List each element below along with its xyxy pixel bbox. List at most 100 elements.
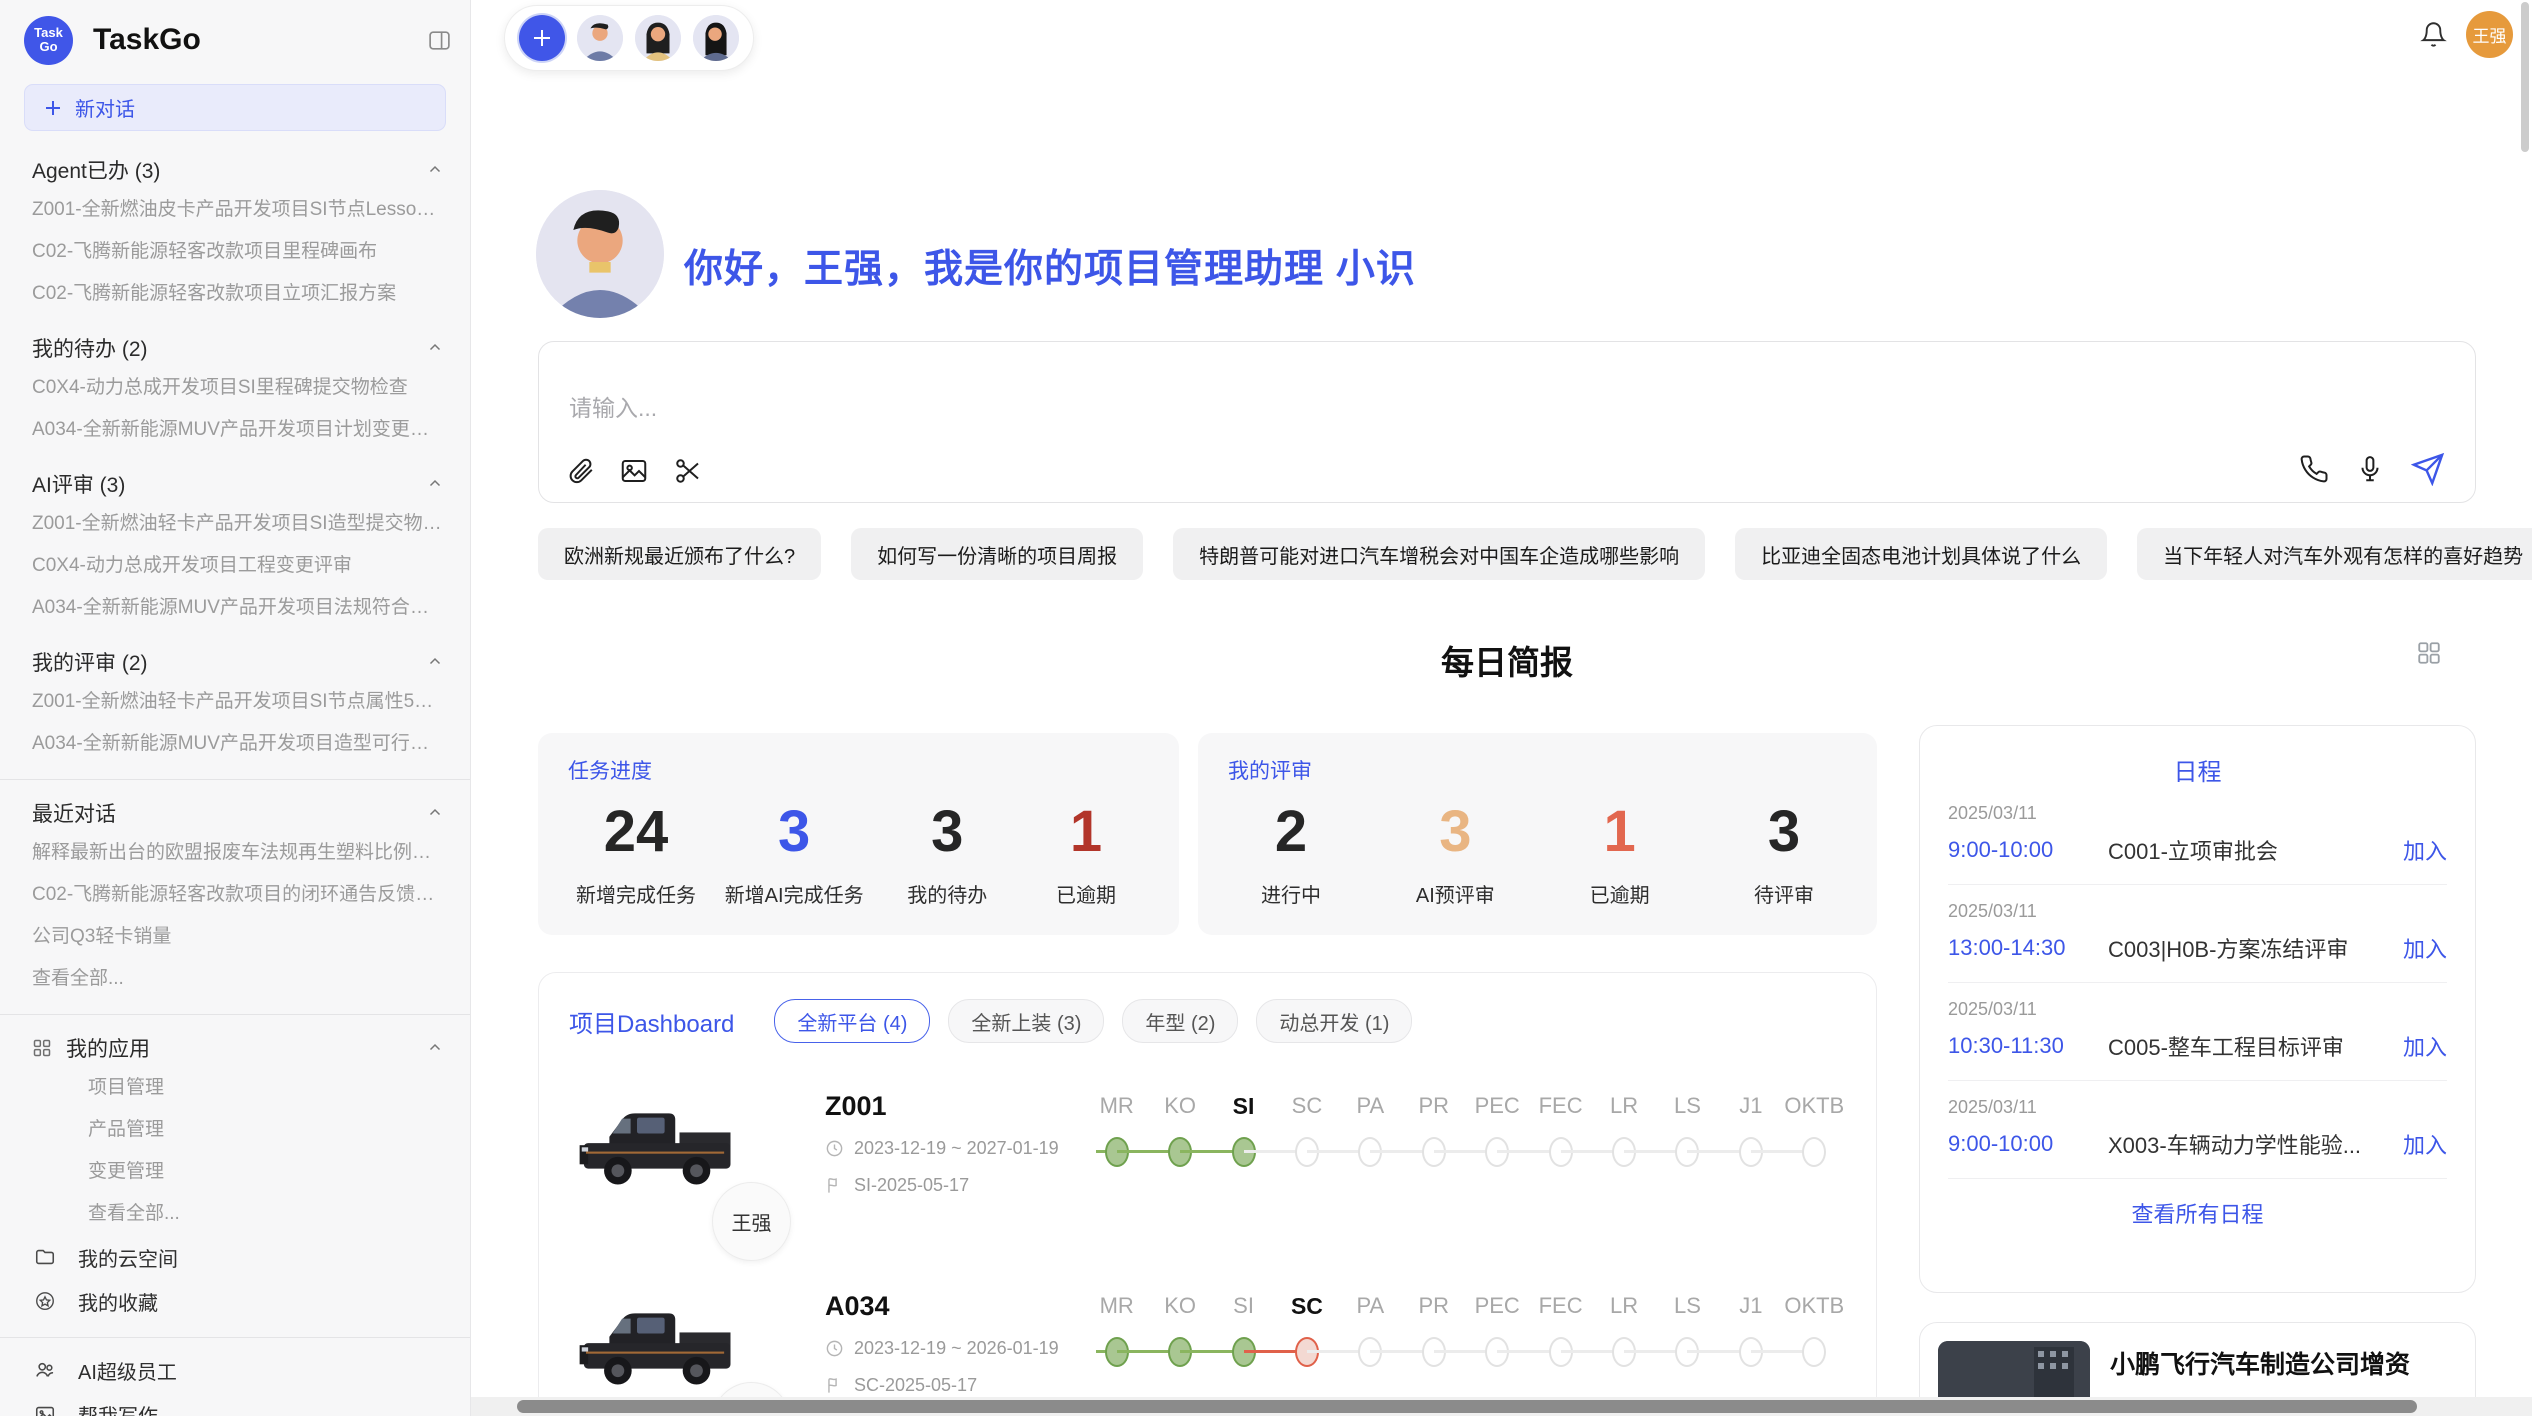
clock-icon xyxy=(825,1339,844,1358)
milestone-label: OKTB xyxy=(1784,1293,1844,1323)
vertical-scrollbar-thumb[interactable] xyxy=(2521,2,2529,152)
join-link[interactable]: 加入 xyxy=(2403,834,2447,866)
chevron-up-icon[interactable] xyxy=(426,339,444,357)
view-all-chats[interactable]: 查看全部... xyxy=(0,958,470,1000)
milestone-label: LS xyxy=(1674,1093,1701,1123)
chevron-up-icon[interactable] xyxy=(426,161,444,179)
list-item[interactable]: Z001-全新燃油轻卡产品开发项目SI造型提交物评审 xyxy=(0,503,470,545)
schedule-item: 2025/03/11 13:00-14:30 C003|H0B-方案冻结评审 加… xyxy=(1948,885,2447,983)
milestone-track: MR KO SI SC PA PR PEC FEC LR LS J1 OKTB xyxy=(1085,1093,1846,1243)
new-chat-button[interactable]: 新对话 xyxy=(24,84,446,131)
suggestion-chip[interactable]: 当下年轻人对汽车外观有怎样的喜好趋势 xyxy=(2137,528,2532,580)
chevron-up-icon[interactable] xyxy=(426,475,444,493)
suggestion-chip[interactable]: 比亚迪全固态电池计划具体说了什么 xyxy=(1735,528,2107,580)
section-label: AI评审 (3) xyxy=(32,469,125,499)
horizontal-scrollbar-thumb[interactable] xyxy=(517,1400,2417,1413)
sidebar-item-help-write[interactable]: 帮我写作 xyxy=(0,1392,470,1416)
stat-value: 1 xyxy=(1070,799,1102,865)
chevron-up-icon[interactable] xyxy=(426,1039,444,1057)
milestone-label: OKTB xyxy=(1784,1093,1844,1123)
view-all-schedule-link[interactable]: 查看所有日程 xyxy=(1948,1179,2447,1247)
sidebar-item-favorites[interactable]: 我的收藏 xyxy=(0,1279,470,1323)
divider xyxy=(0,1337,470,1338)
schedule-time: 10:30-11:30 xyxy=(1948,1033,2108,1059)
dashboard-tabs: 全新平台 (4) 全新上装 (3) 年型 (2) 动总开发 (1) xyxy=(774,999,1412,1043)
sidebar-item-cloud-space[interactable]: 我的云空间 xyxy=(0,1235,470,1279)
stat-in-progress: 2 进行中 xyxy=(1236,799,1346,908)
stat-ai-prereview: 3 AI预评审 xyxy=(1400,799,1510,908)
list-item[interactable]: Z001-全新燃油轻卡产品开发项目SI节点属性5D文件评审 xyxy=(0,681,470,723)
list-item[interactable]: A034-全新新能源MUV产品开发项目法规符合性评审 xyxy=(0,587,470,629)
section-header-agent-done[interactable]: Agent已办 (3) xyxy=(32,155,444,185)
milestone-label: FEC xyxy=(1539,1293,1583,1323)
project-row[interactable]: 王强 Z001 2023-12-19 ~ 2027-01-19 SI-2025-… xyxy=(569,1083,1846,1243)
add-agent-button[interactable] xyxy=(519,15,565,61)
tab-model-year[interactable]: 年型 (2) xyxy=(1122,999,1238,1043)
chevron-up-icon[interactable] xyxy=(426,653,444,671)
layout-grid-icon[interactable] xyxy=(2416,640,2442,666)
join-link[interactable]: 加入 xyxy=(2403,932,2447,964)
section-header-my-todo[interactable]: 我的待办 (2) xyxy=(32,333,444,363)
suggestion-chip[interactable]: 欧洲新规最近颁布了什么? xyxy=(538,528,821,580)
stat-value: 1 xyxy=(1604,799,1636,865)
schedule-time: 9:00-10:00 xyxy=(1948,837,2108,863)
list-item[interactable]: C02-飞腾新能源轻客改款项目的闭环通告反馈情况 xyxy=(0,874,470,916)
list-item[interactable]: 公司Q3轻卡销量 xyxy=(0,916,470,958)
send-icon[interactable] xyxy=(2411,452,2445,486)
image-upload-icon[interactable] xyxy=(619,456,649,486)
assistant-avatar xyxy=(536,190,664,318)
list-item[interactable]: C02-飞腾新能源轻客改款项目立项汇报方案 xyxy=(0,273,470,315)
milestone: LR xyxy=(1592,1093,1655,1243)
list-item[interactable]: C02-飞腾新能源轻客改款项目里程碑画布 xyxy=(0,231,470,273)
list-item[interactable]: C0X4-动力总成开发项目工程变更评审 xyxy=(0,545,470,587)
join-link[interactable]: 加入 xyxy=(2403,1128,2447,1160)
stat-label: 已逾期 xyxy=(1056,879,1116,908)
list-item[interactable]: 解释最新出台的欧盟报废车法规再生塑料比例被调至15%... xyxy=(0,832,470,874)
user-avatar[interactable]: 王强 xyxy=(2466,11,2513,58)
project-dashboard-card: 项目Dashboard 全新平台 (4) 全新上装 (3) 年型 (2) 动总开… xyxy=(538,972,1877,1416)
image-doc-icon xyxy=(34,1403,56,1416)
section-header-recent-chats[interactable]: 最近对话 xyxy=(32,798,444,828)
section-header-my-apps[interactable]: 我的应用 xyxy=(32,1033,444,1063)
stat-label: 新增完成任务 xyxy=(576,879,696,908)
tab-new-body[interactable]: 全新上装 (3) xyxy=(948,999,1104,1043)
app-window: Task Go TaskGo 新对话 Agent已办 (3) Z001-全新燃油… xyxy=(0,0,2532,1416)
sidebar-item-project-mgmt[interactable]: 项目管理 xyxy=(0,1067,470,1109)
chevron-up-icon[interactable] xyxy=(426,804,444,822)
section-header-ai-review[interactable]: AI评审 (3) xyxy=(32,469,444,499)
schedule-name: C001-立项审批会 xyxy=(2108,834,2389,866)
tab-new-platform[interactable]: 全新平台 (4) xyxy=(774,999,930,1043)
scissors-icon[interactable] xyxy=(673,456,703,486)
schedule-time: 9:00-10:00 xyxy=(1948,1131,2108,1157)
list-item[interactable]: A034-全新新能源MUV产品开发项目计划变更表编写 xyxy=(0,409,470,451)
chat-input[interactable] xyxy=(567,394,1971,423)
chat-composer xyxy=(538,341,2476,503)
attachment-icon[interactable] xyxy=(565,456,595,486)
microphone-icon[interactable] xyxy=(2355,454,2385,484)
owner-badge: 王强 xyxy=(712,1182,791,1261)
schedule-date: 2025/03/11 xyxy=(1948,803,2447,824)
list-item[interactable]: C0X4-动力总成开发项目SI里程碑提交物检查 xyxy=(0,367,470,409)
sidebar: Task Go TaskGo 新对话 Agent已办 (3) Z001-全新燃油… xyxy=(0,0,471,1416)
stat-overdue: 1 已逾期 xyxy=(1031,799,1141,908)
suggestion-chip[interactable]: 如何写一份清晰的项目周报 xyxy=(851,528,1143,580)
sidebar-item-product-mgmt[interactable]: 产品管理 xyxy=(0,1109,470,1151)
sidebar-collapse-icon[interactable] xyxy=(427,28,452,53)
phone-call-icon[interactable] xyxy=(2299,454,2329,484)
list-item[interactable]: Z001-全新燃油皮卡产品开发项目SI节点Lesson Learn报告 xyxy=(0,189,470,231)
sidebar-item-change-mgmt[interactable]: 变更管理 xyxy=(0,1151,470,1193)
avatar[interactable] xyxy=(693,15,739,61)
avatar[interactable] xyxy=(635,15,681,61)
plus-icon xyxy=(530,26,554,50)
avatar[interactable] xyxy=(577,15,623,61)
section-header-my-review[interactable]: 我的评审 (2) xyxy=(32,647,444,677)
join-link[interactable]: 加入 xyxy=(2403,1030,2447,1062)
notification-bell-icon[interactable] xyxy=(2420,21,2447,48)
suggestion-chip[interactable]: 特朗普可能对进口汽车增税会对中国车企造成哪些影响 xyxy=(1173,528,1705,580)
tab-powertrain[interactable]: 动总开发 (1) xyxy=(1256,999,1412,1043)
list-item[interactable]: A034-全新新能源MUV产品开发项目造型可行性评审 xyxy=(0,723,470,765)
star-circle-icon xyxy=(34,1290,56,1312)
sidebar-item-label: 我的收藏 xyxy=(78,1287,158,1316)
view-all-apps[interactable]: 查看全部... xyxy=(0,1193,470,1235)
sidebar-item-ai-super-staff[interactable]: AI超级员工 xyxy=(0,1348,470,1392)
